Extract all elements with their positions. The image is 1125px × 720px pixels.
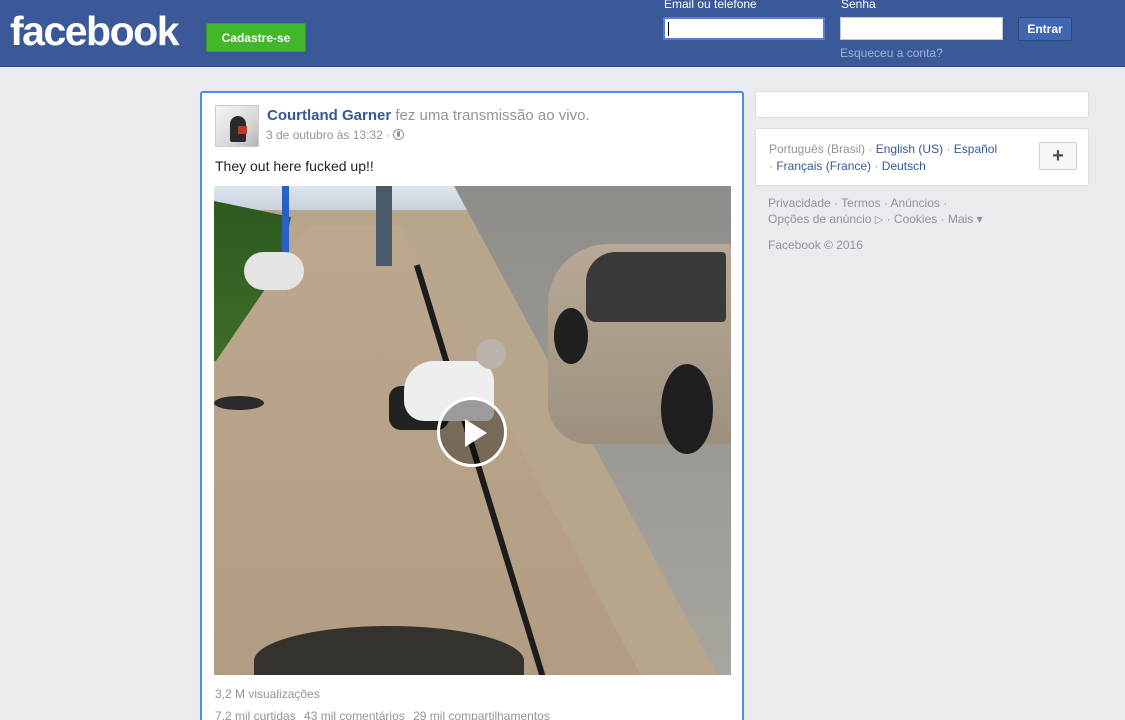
password-label: Senha — [841, 0, 876, 11]
video-scene-wheel — [554, 308, 588, 364]
likes-count[interactable]: 7,2 mil curtidas — [215, 709, 296, 720]
current-language: Português (Brasil) — [769, 142, 866, 156]
add-language-button[interactable]: + — [1039, 142, 1077, 170]
video-scene-shadow — [214, 396, 264, 410]
view-count: 3,2 M visualizações — [215, 687, 320, 701]
facebook-logo[interactable]: facebook — [10, 8, 180, 55]
footer-links-line-2: Opções de anúncio ▷ · Cookies · Mais ▾ — [768, 212, 983, 226]
comments-count[interactable]: 43 mil comentários — [304, 709, 405, 720]
language-link-french[interactable]: Français (France) — [776, 159, 871, 173]
video-scene-wheel — [661, 364, 713, 454]
video-player[interactable] — [214, 186, 731, 675]
avatar[interactable] — [215, 105, 259, 147]
language-link-english[interactable]: English (US) — [876, 142, 943, 156]
footer-link-more[interactable]: Mais — [948, 212, 973, 226]
text-caret — [668, 22, 669, 36]
footer-links-line-1: Privacidade · Termos · Anúncios · — [768, 196, 948, 210]
globe-icon[interactable] — [393, 129, 405, 140]
footer-link-terms[interactable]: Termos — [841, 196, 880, 210]
chevron-down-icon[interactable]: ▾ — [977, 212, 983, 226]
login-button[interactable]: Entrar — [1018, 17, 1072, 41]
top-bar: facebook Cadastre-se Email ou telefone S… — [0, 0, 1125, 67]
language-link-spanish[interactable]: Español — [954, 142, 997, 156]
video-scene-crawling-person — [244, 252, 304, 290]
shares-count[interactable]: 29 mil compartilhamentos — [413, 709, 550, 720]
post-meta: 3 de outubro às 13:32 · — [266, 128, 405, 142]
video-scene-car-window — [586, 252, 726, 322]
avatar-accent — [238, 126, 247, 134]
meta-separator: · — [386, 128, 391, 142]
play-triangle — [465, 419, 487, 447]
signup-button[interactable]: Cadastre-se — [206, 23, 306, 52]
forgot-account-link[interactable]: Esqueceu a conta? — [840, 46, 943, 60]
video-scene-pole — [282, 186, 289, 256]
post-action: fez uma transmissão ao vivo. — [395, 107, 590, 124]
language-selector: Português (Brasil) · English (US) · Espa… — [755, 128, 1089, 186]
post-timestamp[interactable]: 3 de outubro às 13:32 — [266, 128, 383, 142]
footer-link-privacy[interactable]: Privacidade — [768, 196, 831, 210]
video-scene-head — [476, 339, 506, 369]
email-label: Email ou telefone — [664, 0, 757, 11]
engagement-stats: 7,2 mil curtidas 43 mil comentários 29 m… — [215, 709, 550, 720]
post-card: Courtland Garner fez uma transmissão ao … — [200, 91, 744, 720]
language-line-1: Português (Brasil) · English (US) · Espa… — [769, 142, 998, 156]
footer-link-cookies[interactable]: Cookies — [894, 212, 937, 226]
password-input[interactable] — [840, 17, 1003, 40]
footer-link-ads[interactable]: Anúncios — [891, 196, 940, 210]
adchoices-icon[interactable]: ▷ — [875, 214, 883, 226]
video-scene-standing-person — [376, 186, 392, 266]
author-name-link[interactable]: Courtland Garner — [267, 107, 391, 124]
post-text: They out here fucked up!! — [215, 158, 374, 174]
email-input[interactable] — [663, 17, 825, 40]
copyright: Facebook © 2016 — [768, 238, 863, 252]
footer-link-ad-choices[interactable]: Opções de anúncio — [768, 212, 871, 226]
right-top-box — [755, 91, 1089, 118]
language-link-german[interactable]: Deutsch — [882, 159, 926, 173]
play-icon[interactable] — [437, 397, 507, 467]
language-line-2: · Français (France) · Deutsch — [769, 159, 926, 173]
post-header: Courtland Garner fez uma transmissão ao … — [267, 107, 590, 124]
